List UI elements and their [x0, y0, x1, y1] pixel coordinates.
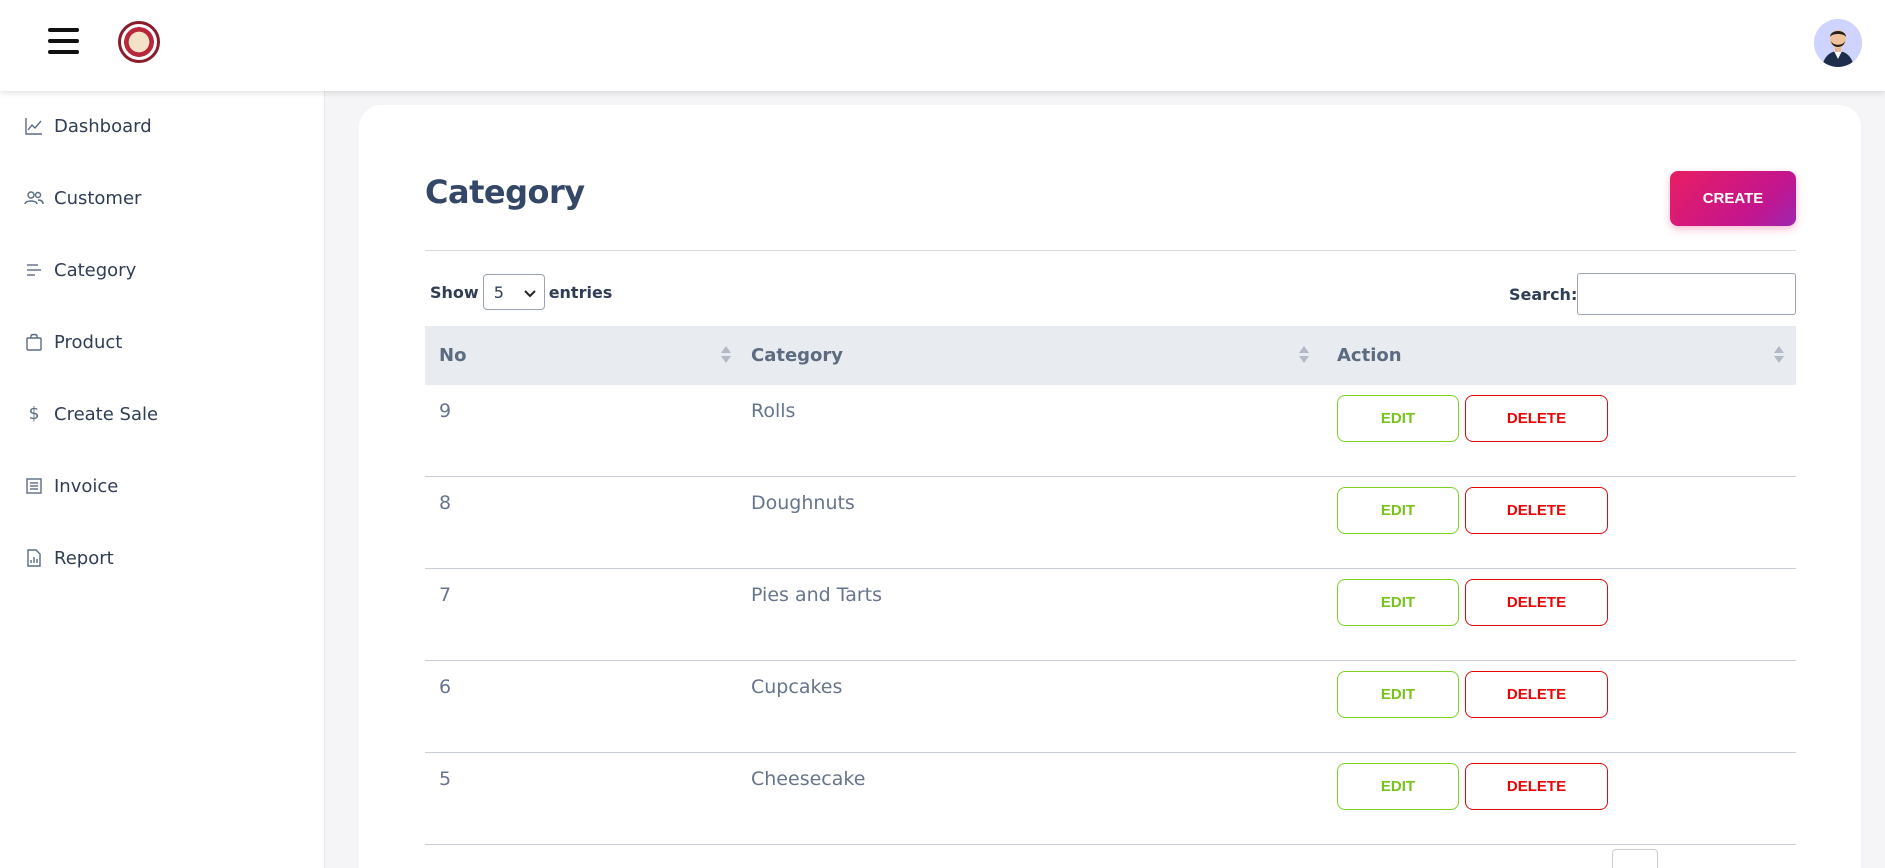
pagination-current-page[interactable]	[1612, 849, 1658, 868]
row-number: 6	[439, 676, 452, 698]
search-label: Search:	[1509, 285, 1578, 304]
sidebar-item-dashboard[interactable]: Dashboard	[24, 112, 152, 140]
search-input[interactable]	[1577, 273, 1796, 315]
row-category: Cupcakes	[751, 676, 843, 698]
column-header-label: Action	[1337, 345, 1402, 366]
sidebar-item-label: Invoice	[54, 475, 119, 497]
delete-button[interactable]: DELETE	[1465, 763, 1608, 810]
row-number: 5	[439, 768, 452, 790]
column-header-action[interactable]: Action	[1337, 326, 1787, 385]
show-label: Show	[430, 282, 479, 302]
chart-line-icon	[24, 116, 44, 136]
sidebar-item-category[interactable]: Category	[24, 256, 136, 284]
edit-button[interactable]: EDIT	[1337, 579, 1459, 626]
page-title: Category	[425, 173, 585, 211]
row-category: Doughnuts	[751, 492, 855, 514]
entries-control: Show 5 entries	[430, 274, 612, 310]
shopping-bag-icon	[24, 332, 44, 352]
sidebar-item-report[interactable]: Report	[24, 544, 114, 572]
sidebar-item-customer[interactable]: Customer	[24, 184, 141, 212]
column-header-label: Category	[751, 345, 844, 366]
sidebar-item-label: Customer	[54, 187, 142, 209]
sidebar-item-label: Create Sale	[54, 403, 159, 425]
sidebar-item-label: Product	[54, 331, 123, 353]
list-lines-icon	[24, 260, 44, 280]
column-header-label: No	[439, 345, 467, 366]
invoice-icon	[24, 476, 44, 496]
sort-icon	[1299, 344, 1309, 368]
category-card: Category CREATE Show 5 entries Search: N…	[359, 105, 1861, 868]
sidebar-item-invoice[interactable]: Invoice	[24, 472, 118, 500]
row-category: Rolls	[751, 400, 796, 422]
row-category: Pies and Tarts	[751, 584, 882, 606]
edit-button[interactable]: EDIT	[1337, 763, 1459, 810]
table-row: 6 Cupcakes EDIT DELETE	[425, 661, 1796, 753]
row-number: 7	[439, 584, 452, 606]
divider	[425, 250, 1796, 251]
row-category: Cheesecake	[751, 768, 866, 790]
row-number: 9	[439, 400, 452, 422]
table-row: 8 Doughnuts EDIT DELETE	[425, 477, 1796, 569]
sidebar-item-label: Category	[54, 259, 137, 281]
row-number: 8	[439, 492, 452, 514]
entries-value: 5	[493, 282, 504, 302]
bakery-logo[interactable]	[118, 21, 160, 63]
delete-button[interactable]: DELETE	[1465, 579, 1608, 626]
users-icon	[24, 188, 44, 208]
column-header-no[interactable]: No	[439, 326, 731, 385]
top-navbar	[0, 0, 1885, 91]
delete-button[interactable]: DELETE	[1465, 487, 1608, 534]
entries-select[interactable]: 5	[482, 274, 545, 310]
delete-button[interactable]: DELETE	[1465, 395, 1608, 442]
sidebar-item-label: Dashboard	[54, 115, 152, 137]
edit-button[interactable]: EDIT	[1337, 487, 1459, 534]
hamburger-menu-icon[interactable]	[48, 28, 79, 56]
sort-icon	[1774, 344, 1784, 368]
create-button[interactable]: CREATE	[1670, 171, 1796, 226]
sidebar-item-create-sale[interactable]: $ Create Sale	[24, 400, 158, 428]
sidebar-item-label: Report	[54, 547, 114, 569]
sidebar-item-product[interactable]: Product	[24, 328, 122, 356]
table-header: No Category Action	[425, 326, 1796, 385]
table-row: 9 Rolls EDIT DELETE	[425, 385, 1796, 477]
user-avatar[interactable]	[1814, 19, 1862, 67]
table-row: 5 Cheesecake EDIT DELETE	[425, 753, 1796, 845]
table-row: 7 Pies and Tarts EDIT DELETE	[425, 569, 1796, 661]
edit-button[interactable]: EDIT	[1337, 395, 1459, 442]
edit-button[interactable]: EDIT	[1337, 671, 1459, 718]
sort-icon	[721, 344, 731, 368]
delete-button[interactable]: DELETE	[1465, 671, 1608, 718]
column-header-category[interactable]: Category	[751, 326, 1321, 385]
dollar-icon: $	[28, 404, 40, 424]
report-file-icon	[24, 548, 44, 568]
sidebar: Dashboard Customer Category Product $ Cr…	[0, 91, 325, 868]
entries-label: entries	[548, 282, 613, 302]
chevron-down-icon	[523, 283, 536, 302]
